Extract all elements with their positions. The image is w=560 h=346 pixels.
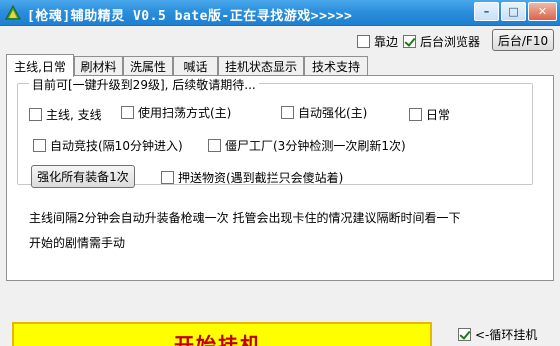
loop-afk-checkbox[interactable]: <-循环挂机 bbox=[458, 326, 537, 343]
maximize-icon: □ bbox=[508, 5, 519, 18]
info-text-line1: 主线间隔2分钟会自动升装备枪魂一次 托管会出现卡住的情况建议隔断时间看一下 bbox=[29, 211, 461, 225]
dock-label: 靠边 bbox=[374, 35, 399, 49]
auto-enhance-label: 自动强化(主) bbox=[298, 106, 368, 120]
escort-supplies-box[interactable] bbox=[161, 171, 174, 184]
daily-label: 日常 bbox=[426, 108, 451, 122]
start-afk-label: 开始挂机 bbox=[174, 333, 262, 346]
app-logo-icon bbox=[5, 5, 21, 20]
bg-browser-checkbox-box[interactable] bbox=[403, 35, 416, 48]
title-bar[interactable]: [枪魂]辅助精灵 V0.5 bate版-正在寻找游戏>>>>> – □ ✕ bbox=[0, 0, 560, 26]
dock-checkbox-box[interactable] bbox=[357, 35, 370, 48]
main-side-quest-label: 主线, 支线 bbox=[46, 108, 102, 122]
tab-panel-main-daily: 目前可[一键升级到29级], 后续敬请期待... 主线, 支线 使用扫荡方式(主… bbox=[6, 75, 554, 281]
auto-enhance-box[interactable] bbox=[281, 106, 294, 119]
background-button[interactable]: 后台/F10 bbox=[492, 29, 554, 51]
auto-arena-label: 自动竞技(隔10分钟进入) bbox=[50, 139, 183, 153]
minimize-icon: – bbox=[483, 5, 490, 18]
tab-farm-materials[interactable]: 刷材料 bbox=[74, 56, 123, 76]
auto-enhance-checkbox[interactable]: 自动强化(主) bbox=[281, 104, 367, 121]
tab-shout[interactable]: 喊话 bbox=[173, 56, 218, 76]
sweep-mode-label: 使用扫荡方式(主) bbox=[138, 106, 232, 120]
loop-afk-box[interactable] bbox=[458, 328, 471, 341]
enhance-all-gear-button[interactable]: 强化所有装备1次 bbox=[31, 165, 135, 188]
daily-box[interactable] bbox=[409, 108, 422, 121]
daily-checkbox[interactable]: 日常 bbox=[409, 106, 450, 123]
maximize-button[interactable]: □ bbox=[501, 2, 526, 21]
start-afk-button[interactable]: 开始挂机 bbox=[12, 322, 432, 346]
tab-reroll-attributes[interactable]: 洗属性 bbox=[123, 56, 173, 76]
bg-browser-checkbox[interactable]: 后台浏览器 bbox=[403, 33, 480, 50]
bg-browser-label: 后台浏览器 bbox=[420, 35, 481, 49]
sweep-mode-box[interactable] bbox=[121, 106, 134, 119]
main-side-quest-checkbox[interactable]: 主线, 支线 bbox=[29, 106, 102, 123]
tab-afk-status[interactable]: 挂机状态显示 bbox=[218, 56, 304, 76]
tab-tech-support[interactable]: 技术支持 bbox=[304, 56, 368, 76]
close-button[interactable]: ✕ bbox=[528, 2, 557, 21]
window-title: [枪魂]辅助精灵 V0.5 bate版-正在寻找游戏>>>>> bbox=[27, 9, 353, 24]
dock-checkbox[interactable]: 靠边 bbox=[357, 33, 398, 50]
close-icon: ✕ bbox=[537, 5, 548, 18]
auto-arena-box[interactable] bbox=[33, 139, 46, 152]
loop-afk-label: <-循环挂机 bbox=[475, 328, 538, 342]
zombie-factory-box[interactable] bbox=[208, 139, 221, 152]
minimize-button[interactable]: – bbox=[474, 2, 499, 21]
main-side-quest-box[interactable] bbox=[29, 108, 42, 121]
main-window: 靠边 后台浏览器 后台/F10 主线,日常 刷材料 洗属性 喊话 挂机状态显示 … bbox=[0, 26, 560, 346]
zombie-factory-checkbox[interactable]: 僵尸工厂(3分钟检测一次刷新1次) bbox=[208, 137, 406, 154]
sweep-mode-checkbox[interactable]: 使用扫荡方式(主) bbox=[121, 104, 231, 121]
zombie-factory-label: 僵尸工厂(3分钟检测一次刷新1次) bbox=[225, 139, 406, 153]
info-text-line2: 开始的剧情需手动 bbox=[29, 236, 126, 250]
options-group-title: 目前可[一键升级到29级], 后续敬请期待... bbox=[29, 76, 259, 93]
tab-main-daily[interactable]: 主线,日常 bbox=[6, 54, 74, 77]
escort-supplies-checkbox[interactable]: 押送物资(遇到截拦只会傻站着) bbox=[161, 169, 343, 186]
escort-supplies-label: 押送物资(遇到截拦只会傻站着) bbox=[178, 171, 344, 185]
auto-arena-checkbox[interactable]: 自动竞技(隔10分钟进入) bbox=[33, 137, 183, 154]
